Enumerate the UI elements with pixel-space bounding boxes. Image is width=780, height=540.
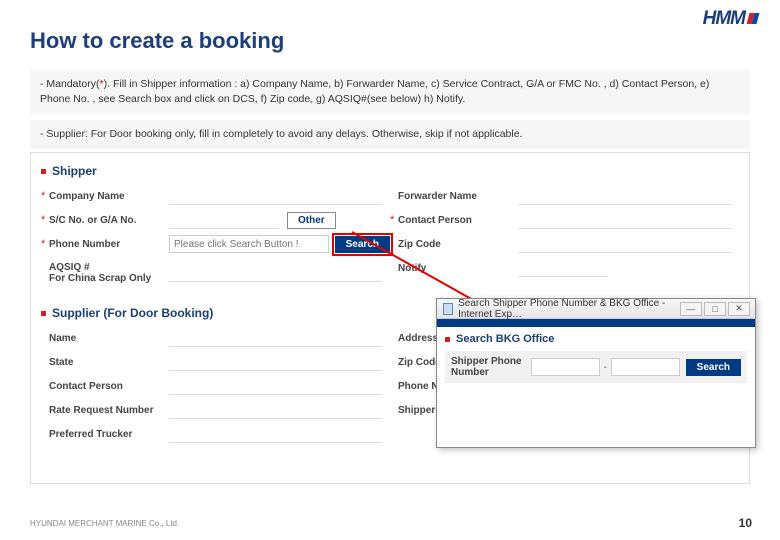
search-popup: Search Shipper Phone Number & BKG Office… bbox=[436, 298, 756, 448]
popup-section-head: Search BKG Office bbox=[445, 333, 747, 345]
zip-label: Zip Code bbox=[398, 239, 518, 250]
required-icon: * bbox=[41, 190, 49, 202]
popup-title: Search Shipper Phone Number & BKG Office… bbox=[458, 298, 680, 320]
popup-titlebar: Search Shipper Phone Number & BKG Office… bbox=[437, 299, 755, 319]
state-label: State bbox=[49, 357, 169, 368]
company-label: Company Name bbox=[49, 191, 169, 202]
popup-phone-input-1[interactable] bbox=[531, 358, 600, 376]
notify-input[interactable] bbox=[518, 259, 608, 277]
other-button[interactable]: Other bbox=[287, 212, 336, 229]
contactp-input[interactable] bbox=[169, 377, 382, 395]
sc-input[interactable] bbox=[169, 211, 279, 229]
note-mandatory: - Mandatory(*). Fill in Shipper informat… bbox=[30, 70, 750, 114]
note-supplier: - Supplier: For Door booking only, fill … bbox=[30, 120, 750, 149]
popup-band bbox=[437, 319, 755, 327]
truck-label: Preferred Trucker bbox=[49, 429, 169, 440]
aqsiq-input[interactable] bbox=[169, 264, 382, 282]
aqsiq-label: AQSIQ # For China Scrap Only bbox=[49, 262, 169, 284]
section-bullet-icon bbox=[41, 311, 46, 316]
notify-label: Notify bbox=[398, 263, 518, 274]
zip-input[interactable] bbox=[518, 235, 731, 253]
fwd-input[interactable] bbox=[518, 187, 731, 205]
name-label: Name bbox=[49, 333, 169, 344]
logo-flag-icon bbox=[748, 8, 758, 30]
brand-logo: HMM bbox=[703, 8, 758, 30]
close-icon[interactable]: ✕ bbox=[728, 302, 750, 316]
contact-label: Contact Person bbox=[398, 215, 518, 226]
name-input[interactable] bbox=[169, 329, 382, 347]
ie-icon bbox=[443, 303, 453, 315]
fwd-label: Forwarder Name bbox=[398, 191, 518, 202]
logo-text: HMM bbox=[703, 8, 745, 30]
page-number: 10 bbox=[739, 516, 752, 530]
rate-input[interactable] bbox=[169, 401, 382, 419]
section-bullet-icon bbox=[41, 169, 46, 174]
maximize-icon[interactable]: □ bbox=[704, 302, 726, 316]
sc-label: S/C No. or G/A No. bbox=[49, 215, 169, 226]
phone-label: Phone Number bbox=[49, 239, 169, 250]
footer-company: HYUNDAI MERCHANT MARINE Co., Ltd. bbox=[30, 519, 179, 528]
state-input[interactable] bbox=[169, 353, 382, 371]
truck-input[interactable] bbox=[169, 425, 382, 443]
contactp-label: Contact Person bbox=[49, 381, 169, 392]
company-input[interactable] bbox=[169, 187, 382, 205]
required-icon: * bbox=[41, 214, 49, 226]
section-bullet-icon bbox=[445, 337, 450, 342]
contact-input[interactable] bbox=[518, 211, 731, 229]
search-button[interactable]: Search bbox=[335, 236, 390, 253]
popup-search-button[interactable]: Search bbox=[686, 359, 741, 376]
required-icon: * bbox=[390, 214, 398, 226]
shipper-section-head: Shipper bbox=[41, 164, 739, 178]
phone-input[interactable] bbox=[169, 235, 329, 253]
rate-label: Rate Request Number bbox=[49, 405, 169, 416]
popup-phone-label: Shipper Phone Number bbox=[451, 356, 531, 378]
popup-phone-input-2[interactable] bbox=[611, 358, 680, 376]
page-title: How to create a booking bbox=[30, 28, 284, 54]
minimize-icon[interactable]: — bbox=[680, 302, 702, 316]
required-icon: * bbox=[41, 238, 49, 250]
